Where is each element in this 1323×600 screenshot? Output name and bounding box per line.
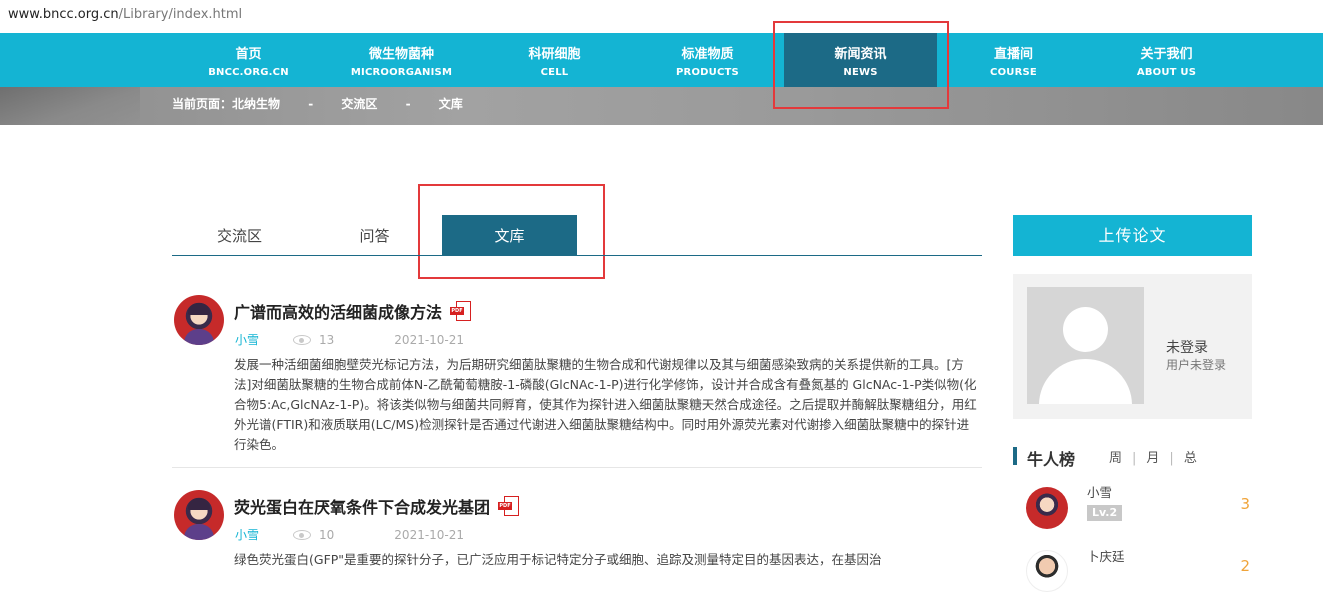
article-summary: 绿色荧光蛋白(GFP"是重要的探针分子，已广泛应用于标记特定分子或细胞、追踪及测… [234, 552, 882, 567]
leaderboard-title: 牛人榜 [1027, 450, 1076, 469]
section-marker [1013, 447, 1017, 465]
view-count: 10 [319, 528, 335, 542]
article-title[interactable]: 广谱而高效的活细菌成像方法 PDF [234, 299, 472, 323]
period-tab-week[interactable]: 周 [1109, 451, 1122, 466]
breadcrumb-item-exchange[interactable]: 交流区 [341, 97, 377, 111]
nav-sublabel: MICROORGANISM [350, 67, 453, 78]
user-name[interactable]: 卜庆廷 [1087, 546, 1125, 565]
address-bar[interactable]: www.bncc.org.cn/Library/index.html [0, 0, 1323, 33]
pdf-icon[interactable]: PDF [450, 301, 472, 321]
eye-icon [293, 335, 312, 345]
article-author[interactable]: 小雪 [235, 333, 259, 347]
leaderboard-item[interactable]: 小雪 Lv.2 3 [1013, 485, 1252, 537]
user-avatar[interactable] [1026, 487, 1068, 529]
nav-item-about[interactable]: 关于我们 ABOUT US [1090, 33, 1243, 87]
leaderboard-header: 牛人榜 周 | 月 | 总 [1013, 445, 1252, 469]
user-name[interactable]: 小雪 [1087, 482, 1112, 501]
leaderboard-period-tabs: 周 | 月 | 总 [1109, 447, 1197, 466]
user-avatar[interactable] [1026, 550, 1068, 592]
page-banner: 当前页面：北纳生物 - 交流区 - 文库 [0, 87, 1323, 125]
tab-separator: | [1169, 451, 1174, 466]
login-status-sub: 用户未登录 [1166, 358, 1227, 372]
breadcrumb: 当前页面：北纳生物 - 交流区 - 文库 [172, 95, 487, 112]
article-author[interactable]: 小雪 [235, 528, 259, 542]
nav-sublabel: CELL [540, 67, 569, 78]
divider [172, 467, 982, 468]
nav-label: 关于我们 [1140, 47, 1193, 62]
article-date: 2021-10-21 [394, 528, 465, 542]
nav-sublabel: NEWS [843, 67, 878, 78]
nav-label: 标准物质 [681, 47, 734, 62]
tab-exchange[interactable]: 交流区 [172, 215, 307, 255]
nav-sublabel: COURSE [990, 67, 1037, 78]
eye-icon [293, 530, 312, 540]
article-date: 2021-10-21 [394, 333, 465, 347]
tab-qa[interactable]: 问答 [307, 215, 442, 255]
login-status[interactable]: 未登录 [1166, 337, 1208, 357]
url-path: /Library/index.html [118, 7, 243, 22]
breadcrumb-item-library[interactable]: 文库 [439, 97, 463, 111]
breadcrumb-sep: - [405, 97, 411, 111]
nav-label: 首页 [235, 47, 262, 62]
article-summary: 发展一种活细菌细胞壁荧光标记方法，为后期研究细菌肽聚糖的生物合成和代谢规律以及其… [234, 357, 977, 452]
author-avatar[interactable] [174, 295, 224, 345]
tab-separator: | [1132, 451, 1137, 466]
nav-label: 科研细胞 [528, 47, 581, 62]
article-meta: 小雪 13 2021-10-21 [235, 331, 464, 348]
author-avatar[interactable] [174, 490, 224, 540]
default-avatar-icon[interactable] [1027, 287, 1144, 404]
pdf-icon[interactable]: PDF [498, 496, 520, 516]
nav-item-cell[interactable]: 科研细胞 CELL [478, 33, 631, 87]
article-title-text[interactable]: 荧光蛋白在厌氧条件下合成发光基团 [234, 498, 490, 517]
tab-library[interactable]: 文库 [442, 215, 577, 255]
user-score: 3 [1240, 495, 1250, 513]
main-nav: 首页 BNCC.ORG.CN 微生物菌种 MICROORGANISM 科研细胞 … [0, 33, 1323, 87]
nav-item-microorganism[interactable]: 微生物菌种 MICROORGANISM [325, 33, 478, 87]
nav-item-news[interactable]: 新闻资讯 NEWS [784, 33, 937, 87]
nav-label: 新闻资讯 [834, 47, 887, 62]
nav-item-course[interactable]: 直播间 COURSE [937, 33, 1090, 87]
nav-label: 微生物菌种 [368, 47, 434, 62]
period-tab-total[interactable]: 总 [1184, 451, 1197, 466]
view-count: 13 [319, 333, 335, 347]
nav-sublabel: PRODUCTS [676, 67, 739, 78]
article-title[interactable]: 荧光蛋白在厌氧条件下合成发光基团 PDF [234, 494, 520, 518]
nav-sublabel: BNCC.ORG.CN [208, 67, 289, 78]
nav-item-home[interactable]: 首页 BNCC.ORG.CN [172, 33, 325, 87]
url-host: www.bncc.org.cn [8, 7, 119, 22]
content-tabs: 交流区 问答 文库 [172, 215, 982, 256]
period-tab-month[interactable]: 月 [1146, 451, 1159, 466]
article-title-text[interactable]: 广谱而高效的活细菌成像方法 [234, 303, 442, 322]
breadcrumb-sep: - [308, 97, 314, 111]
breadcrumb-label[interactable]: 当前页面：北纳生物 [172, 97, 280, 111]
article-meta: 小雪 10 2021-10-21 [235, 526, 464, 543]
nav-label: 直播间 [993, 47, 1033, 62]
user-score: 2 [1240, 557, 1250, 575]
user-card: 未登录 用户未登录 [1013, 274, 1252, 419]
level-badge: Lv.2 [1087, 505, 1123, 521]
upload-paper-button[interactable]: 上传论文 [1013, 215, 1252, 256]
nav-item-products[interactable]: 标准物质 PRODUCTS [631, 33, 784, 87]
leaderboard-item[interactable]: 卜庆廷 2 [1013, 549, 1252, 600]
nav-sublabel: ABOUT US [1136, 67, 1197, 78]
